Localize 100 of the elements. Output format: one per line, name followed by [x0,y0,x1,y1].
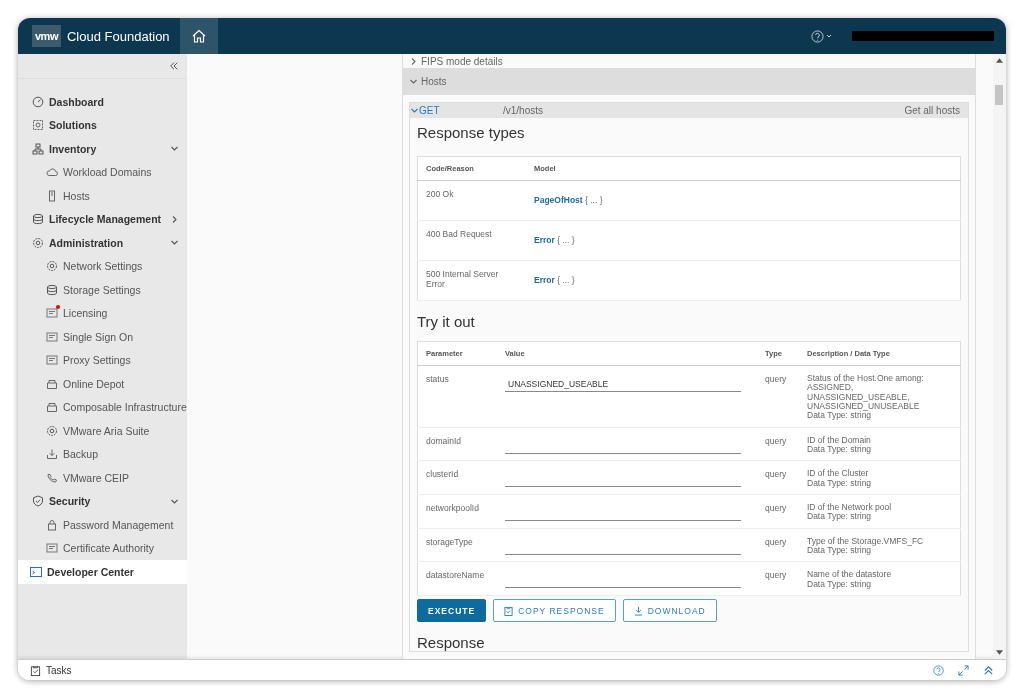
tasks-button[interactable]: Tasks [30,664,72,676]
table-cell: 200 Ok [417,180,526,221]
scroll-thumb[interactable] [995,85,1003,105]
product-name: Cloud Foundation [66,28,170,44]
sidebar-item[interactable]: VMware CEIP [18,466,187,490]
sidebar-item[interactable]: Dashboard [18,90,187,114]
sidebar-item[interactable]: Hosts [18,184,187,208]
gear-icon [46,424,58,437]
sidebar-item[interactable]: Developer Center [18,560,187,584]
description-text: Type of the Storage.VMFS_FC Data Type: string [799,528,961,562]
tray-icon [46,448,58,461]
lock-icon [46,518,58,531]
caret-icon [826,33,832,39]
terminal-icon [30,565,42,578]
model-link[interactable]: Error { ... } [534,235,575,245]
sidebar-item[interactable]: Online Depot [18,372,187,396]
sidebar-item[interactable]: Security [18,489,187,513]
home-button[interactable] [180,18,218,54]
sidebar-item[interactable]: Storage Settings [18,278,187,302]
model-link[interactable]: PageOfHost { ... } [534,195,603,205]
table-cell: datastoreName [417,561,497,596]
chevron-icon [170,214,179,224]
sidebar-item[interactable]: Administration [18,231,187,255]
home-icon [191,28,207,44]
execute-button[interactable]: EXECUTE [417,599,487,623]
section-title: Try it out [417,313,476,330]
section-header[interactable]: Hosts [403,68,975,95]
database-icon [32,213,44,226]
clipboard-icon [30,664,41,676]
table-cell: query [757,427,799,461]
scroll-down-icon[interactable] [996,650,1003,655]
sidebar-item[interactable]: Workload Domains [18,160,187,184]
table-cell: 500 Internal Server Error [417,260,526,301]
table-cell: 400 Bad Request [417,220,526,261]
chevron-icon [409,56,418,66]
sidebar-item[interactable]: Certificate Authority [18,536,187,560]
sidebar-item[interactable]: Lifecycle Management [18,207,187,231]
box-icon [46,377,58,390]
sidebar-item[interactable]: Licensing [18,301,187,325]
download-button[interactable]: DOWNLOAD [622,599,717,623]
card-icon [46,354,58,367]
sidebar-item[interactable]: Solutions [18,113,187,137]
chevron-icon [410,106,419,115]
logo: vmw [32,25,61,47]
table-cell: networkpoolId [417,494,497,529]
clipboard-icon [504,605,514,616]
sidebar-item[interactable]: Password Management [18,513,187,537]
sidebar-item[interactable]: Single Sign On [18,325,187,349]
sidebar-item[interactable]: Composable Infrastructure [18,395,187,419]
model-link[interactable]: Error { ... } [534,275,575,285]
sidebar-item[interactable]: Backup [18,442,187,466]
description-text: Name of the datastore Data Type: string [799,561,961,596]
scroll-up-icon[interactable] [996,58,1003,63]
table-cell: query [757,460,799,495]
sidebar-item[interactable]: VMware Aria Suite [18,419,187,443]
section-title: Response [417,634,486,652]
endpoint-summary: Get all hosts [904,105,960,116]
collapse-up-icon[interactable] [983,664,994,676]
description-text: ID of the Cluster Data Type: string [799,460,961,495]
phone-icon [46,471,58,484]
sidebar-item[interactable]: Network Settings [18,254,187,278]
endpoint-header[interactable]: GET /v1/hosts Get all hosts [410,103,968,118]
card-icon [46,330,58,343]
method-label: GET [410,105,503,116]
table-cell: domainId [417,427,497,461]
table-cell: query [757,561,799,596]
description-text: ID of the Domain Data Type: string [799,427,961,461]
chevron-icon [170,144,179,154]
nodes-icon [32,142,44,155]
database-icon [46,283,58,296]
expand-icon[interactable] [958,664,969,676]
server-icon [46,189,58,202]
box-icon [46,401,58,414]
card-icon [46,542,58,555]
input-field[interactable]: UNASSIGNED_USEABLE [505,377,741,392]
section-title: Response types [417,124,526,141]
scrollbar[interactable] [993,54,1006,659]
download-icon [633,605,643,616]
copy-button[interactable]: COPY RESPONSE [493,599,616,623]
table-cell: query [757,365,799,428]
table-cell: status [417,365,497,428]
gear-icon [32,236,44,249]
sidebar-item[interactable]: Proxy Settings [18,348,187,372]
table-cell: clusterId [417,460,497,495]
table-cell: storageType [417,528,497,562]
shield-icon [32,495,44,508]
sidebar-item[interactable]: Inventory [18,137,187,161]
help-icon [811,29,824,43]
grid-icon [32,119,44,132]
chevron-icon [409,77,418,86]
description-text: ID of the Network pool Data Type: string [799,494,961,529]
help-icon[interactable] [933,664,944,676]
gear-icon [46,260,58,273]
description-text: Status of the Host.One among: ASSIGNED, UNASSIGNED_USEABLE, UNASSIGNED_UNUSEABLE Data Type: string [799,365,961,428]
cloud-icon [46,166,58,179]
table-cell: query [757,494,799,529]
gauge-icon [32,95,44,108]
section-header[interactable]: FIPS mode details [403,54,975,68]
endpoint-path: /v1/hosts [503,105,545,116]
chevron-icon [170,238,179,248]
